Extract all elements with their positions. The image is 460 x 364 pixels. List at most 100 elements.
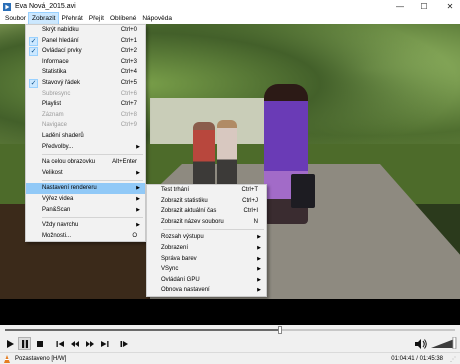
menu-bar: Soubor Zobrazit Přehrát Přejít Oblíbené … xyxy=(0,12,460,25)
menu-item-shortcut: Ctrl+2 xyxy=(120,48,137,55)
previous-button[interactable] xyxy=(53,337,66,350)
submenu-item-rozsah-vystupu[interactable]: Rozsah výstupu ▶ xyxy=(147,232,266,243)
menu-item-shortcut: Ctrl+8 xyxy=(120,111,137,118)
menu-file[interactable]: Soubor xyxy=(2,13,29,24)
maximize-button[interactable]: ☐ xyxy=(414,0,434,13)
menu-item-skryt-nabidku[interactable]: Skrýt nabídku Ctrl+0 xyxy=(26,25,145,36)
menu-item-label: Navigace xyxy=(42,122,68,129)
submenu-arrow-icon: ▶ xyxy=(257,276,261,283)
menu-item-vzdy-navrchu[interactable]: Vždy navrchu ▶ xyxy=(26,220,145,231)
speaker-icon[interactable] xyxy=(415,339,427,349)
rewind-button[interactable] xyxy=(68,337,81,350)
submenu-item-ovladani-gpu[interactable]: Ovládání GPU ▶ xyxy=(147,275,266,286)
menu-item-ladeni-shaderu[interactable]: Ladění shaderů xyxy=(26,131,145,142)
submenu-arrow-icon: ▶ xyxy=(136,169,140,176)
next-icon xyxy=(100,340,108,347)
menu-item-shortcut: N xyxy=(253,218,258,225)
frame-step-icon xyxy=(120,340,128,347)
menu-item-label: Playlist xyxy=(42,101,62,108)
menu-item-stavovy-radek[interactable]: ✓ Stavový řádek Ctrl+5 xyxy=(26,78,145,89)
rewind-icon xyxy=(70,340,79,347)
seek-bar[interactable] xyxy=(0,325,460,335)
menu-item-label: Zobrazit název souboru xyxy=(161,218,224,225)
seek-thumb[interactable] xyxy=(277,326,282,334)
menu-item-zaznam: Záznam Ctrl+8 xyxy=(26,110,145,121)
submenu-item-vsync[interactable]: VSync ▶ xyxy=(147,264,266,275)
status-text: Pozastaveno [H/W] xyxy=(15,355,67,362)
menu-separator xyxy=(42,154,143,156)
menu-item-label: Předvolby... xyxy=(42,143,74,150)
menu-navigate[interactable]: Přejít xyxy=(86,13,107,24)
menu-item-informace[interactable]: Informace Ctrl+3 xyxy=(26,57,145,68)
close-button[interactable]: ✕ xyxy=(440,0,460,13)
menu-item-label: Nastavení rendereru xyxy=(42,185,97,192)
menu-item-ovladaci-prvky[interactable]: ✓ Ovládací prvky Ctrl+2 xyxy=(26,46,145,57)
video-person xyxy=(193,122,215,188)
menu-item-label: Zobrazit statistiku xyxy=(161,197,208,204)
menu-favorites[interactable]: Oblíbené xyxy=(107,13,139,24)
menu-item-label: Zobrazení xyxy=(161,244,189,251)
menu-item-label: Výřez videa xyxy=(42,195,74,202)
checkmark-icon: ✓ xyxy=(29,36,38,46)
resize-grip-icon[interactable]: ⋰ xyxy=(450,356,456,363)
menu-item-navigace: Navigace Ctrl+9 xyxy=(26,120,145,131)
video-suitcase xyxy=(291,174,315,208)
submenu-item-zobrazit-nazev-souboru[interactable]: Zobrazit název souboru N xyxy=(147,217,266,228)
submenu-item-zobrazit-aktualni-cas[interactable]: Zobrazit aktuální čas Ctrl+I xyxy=(147,206,266,217)
menu-item-shortcut: Alt+Enter xyxy=(112,159,137,166)
menu-item-velikost[interactable]: Velikost ▶ xyxy=(26,168,145,179)
stop-button[interactable] xyxy=(33,337,46,350)
menu-item-label: Možnosti... xyxy=(42,232,72,239)
menu-item-panel-hledani[interactable]: ✓ Panel hledání Ctrl+1 xyxy=(26,36,145,47)
menu-item-predvolby[interactable]: Předvolby... ▶ xyxy=(26,142,145,153)
menu-item-shortcut: Ctrl+I xyxy=(243,208,258,215)
stop-icon xyxy=(36,340,43,347)
menu-item-label: Subresync xyxy=(42,90,71,97)
submenu-item-zobrazeni[interactable]: Zobrazení ▶ xyxy=(147,243,266,254)
status-bar: Pozastaveno [H/W] 01:04:41 / 01:45:38 ⋰ xyxy=(0,352,460,364)
menu-item-label: Skrýt nabídku xyxy=(42,27,79,33)
menu-item-statistika[interactable]: Statistika Ctrl+4 xyxy=(26,67,145,78)
forward-button[interactable] xyxy=(83,337,96,350)
menu-item-playlist[interactable]: Playlist Ctrl+7 xyxy=(26,99,145,110)
submenu-arrow-icon: ▶ xyxy=(136,222,140,229)
submenu-item-test-trhani[interactable]: Test trhání Ctrl+T xyxy=(147,185,266,196)
time-display: 01:04:41 / 01:45:38 xyxy=(391,355,443,362)
menu-separator xyxy=(42,217,143,219)
pause-button[interactable] xyxy=(18,337,31,350)
volume-slider[interactable] xyxy=(431,337,457,349)
checkmark-icon: ✓ xyxy=(29,78,38,88)
next-button[interactable] xyxy=(98,337,111,350)
submenu-arrow-icon: ▶ xyxy=(136,143,140,150)
menu-item-moznosti[interactable]: Možnosti... O xyxy=(26,231,145,242)
play-button[interactable] xyxy=(3,337,16,350)
player-cone-icon xyxy=(4,354,10,363)
menu-item-shortcut: Ctrl+J xyxy=(242,197,258,204)
menu-separator xyxy=(163,229,264,231)
menu-item-vyrez-videa[interactable]: Výřez videa ▶ xyxy=(26,194,145,205)
menu-item-shortcut: Ctrl+T xyxy=(241,187,259,193)
menu-item-shortcut: Ctrl+0 xyxy=(120,27,137,33)
menu-item-label: Rozsah výstupu xyxy=(161,234,204,241)
menu-item-na-celou-obrazovku[interactable]: Na celou obrazovku Alt+Enter xyxy=(26,157,145,168)
menu-item-label: Obnova nastavení xyxy=(161,287,210,294)
menu-item-shortcut: O xyxy=(132,232,137,239)
menu-item-nastaveni-rendereru[interactable]: Nastavení rendereru ▶ xyxy=(26,183,145,194)
submenu-item-sprava-barev[interactable]: Správa barev ▶ xyxy=(147,254,266,265)
submenu-item-zobrazit-statistiku[interactable]: Zobrazit statistiku Ctrl+J xyxy=(147,196,266,207)
menu-item-label: Správa barev xyxy=(161,255,197,262)
volume-thumb[interactable] xyxy=(452,337,457,349)
menu-item-pan-scan[interactable]: Pan&Scan ▶ xyxy=(26,205,145,216)
menu-item-label: VSync xyxy=(161,266,179,273)
renderer-submenu: Test trhání Ctrl+T Zobrazit statistiku Ctrl… xyxy=(146,184,267,297)
menu-play[interactable]: Přehrát xyxy=(58,13,85,24)
frame-step-button[interactable] xyxy=(117,337,130,350)
menu-help[interactable]: Nápověda xyxy=(139,13,175,24)
minimize-button[interactable]: — xyxy=(390,0,410,13)
submenu-item-obnova-nastaveni[interactable]: Obnova nastavení ▶ xyxy=(147,285,266,296)
menu-view[interactable]: Zobrazit xyxy=(27,12,60,25)
menu-separator xyxy=(42,180,143,182)
menu-item-label: Statistika xyxy=(42,69,67,76)
menu-item-subresync: Subresync Ctrl+6 xyxy=(26,89,145,100)
window-title: Eva Nová_2015.avi xyxy=(15,3,76,10)
